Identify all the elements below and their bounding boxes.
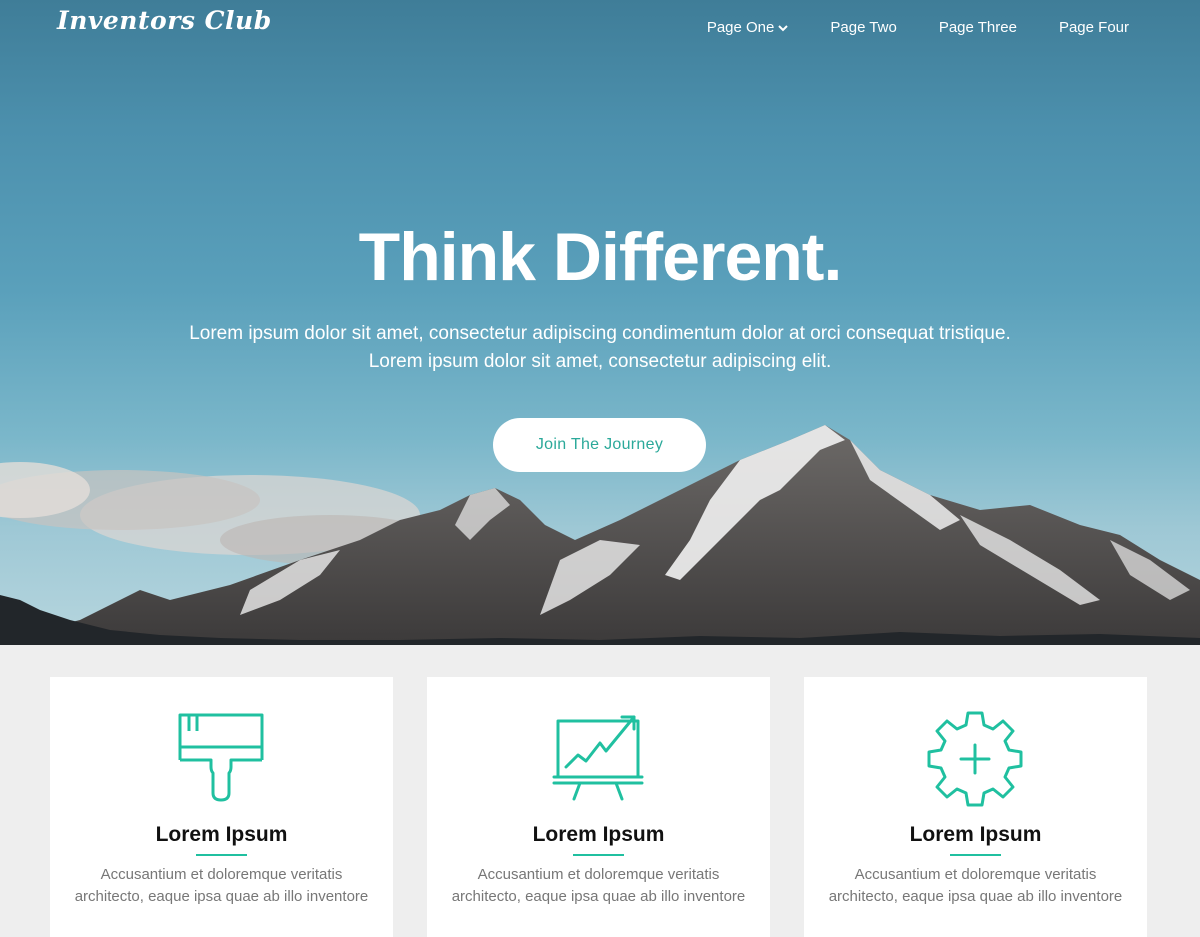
join-the-journey-button[interactable]: Join The Journey [493, 418, 706, 472]
chart-presentation-icon [552, 715, 644, 801]
hero-title: Think Different. [358, 219, 843, 295]
feature-description: Accusantium et doloremque veritatis arch… [74, 866, 369, 905]
hero-subtitle-line-2: Lorem ipsum dolor sit amet, consectetur … [368, 351, 832, 372]
paint-brush-icon [178, 713, 264, 802]
hero-subtitle-line-1: Lorem ipsum dolor sit amet, consectetur … [189, 323, 1011, 344]
title-underline [196, 854, 247, 856]
feature-card: Lorem Ipsum Accusantium et doloremque ve… [804, 677, 1147, 937]
main-nav: Page One Page Two Page Three Page Four [707, 19, 1200, 36]
feature-description: Accusantium et doloremque veritatis arch… [828, 866, 1123, 905]
hero-subtitle: Lorem ipsum dolor sit amet, consectetur … [150, 320, 1050, 376]
feature-card: Lorem Ipsum Accusantium et doloremque ve… [50, 677, 393, 937]
title-underline [950, 854, 1001, 856]
top-navbar: Inventors Club Page One Page Two Page Th… [0, 0, 1200, 60]
feature-title: Lorem Ipsum [155, 823, 288, 846]
nav-item-page-one[interactable]: Page One [707, 19, 789, 36]
nav-item-page-two[interactable]: Page Two [830, 19, 896, 36]
nav-item-label: Page One [706, 19, 775, 36]
site-logo[interactable]: Inventors Club [57, 6, 272, 35]
gear-plus-icon [927, 711, 1023, 807]
feature-card: Lorem Ipsum Accusantium et doloremque ve… [427, 677, 770, 937]
feature-title: Lorem Ipsum [909, 823, 1042, 846]
feature-title: Lorem Ipsum [532, 823, 665, 846]
nav-item-page-three[interactable]: Page Three [939, 19, 1017, 36]
features-section: Lorem Ipsum Accusantium et doloremque ve… [50, 677, 1150, 937]
nav-item-page-four[interactable]: Page Four [1059, 19, 1129, 36]
chevron-down-icon [778, 19, 789, 36]
hero-section: Inventors Club Page One Page Two Page Th… [0, 0, 1200, 645]
feature-description: Accusantium et doloremque veritatis arch… [451, 866, 746, 905]
title-underline [573, 854, 624, 856]
